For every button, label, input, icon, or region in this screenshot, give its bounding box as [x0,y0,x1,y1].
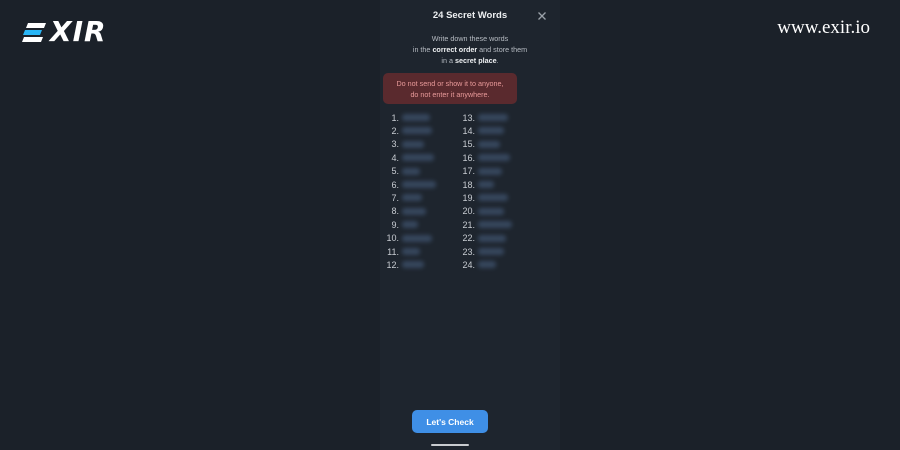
secret-word-item: 19. [460,191,508,204]
word-number: 12. [386,259,399,270]
emphasis-correct-order: correct order [432,45,478,54]
blurred-word [478,261,496,269]
secret-words-dialog: 24 Secret Words Write down these words i… [380,0,560,450]
warning-line-1: Do not send or show it to anyone, [396,78,504,88]
secret-word-item: 2. [384,124,432,137]
word-number: 6. [391,179,399,190]
exir-stripes-icon [22,23,46,42]
secret-word-item: 9. [384,218,418,231]
secret-word-item: 16. [460,151,510,164]
close-button[interactable] [536,10,548,22]
word-number: 15. [462,139,475,150]
close-icon [538,12,546,20]
blurred-word [402,181,436,188]
word-number: 1. [391,112,399,123]
blurred-word [478,181,494,188]
word-number: 5. [391,166,399,177]
dialog-title: 24 Secret Words [432,10,508,21]
secret-word-item: 11. [384,245,420,258]
word-number: 7. [391,192,399,203]
site-url: www.exir.io [777,17,870,38]
blurred-word [402,140,424,148]
secret-word-item: 13. [460,111,508,124]
blurred-word [478,140,500,148]
blurred-word [402,234,432,242]
blurred-word [402,194,422,202]
home-indicator [431,444,469,446]
secret-word-item: 5. [384,165,420,178]
word-number: 23. [462,246,475,257]
warning-line-2: do not enter it anywhere. [410,89,490,99]
blurred-word [478,127,504,135]
word-number: 3. [391,139,399,150]
blurred-word [478,167,502,175]
blurred-word [478,234,506,242]
word-number: 16. [462,152,475,163]
blurred-word [478,194,508,202]
secret-word-item: 12. [384,258,424,271]
secret-word-item: 17. [460,165,502,178]
lets-check-button[interactable]: Let's Check [412,410,488,433]
word-number: 4. [391,152,399,163]
blurred-word [478,154,510,162]
word-number: 10. [386,233,399,244]
logo-wordmark: XIR [50,15,107,48]
blurred-word [478,207,504,215]
blurred-word [402,261,424,269]
warning-box: Do not send or show it to anyone, do not… [383,73,517,104]
secret-word-item: 22. [460,232,506,245]
word-number: 2. [391,125,399,136]
word-number: 9. [391,219,399,230]
word-number: 21. [462,219,475,230]
secret-word-item: 3. [384,138,424,151]
secret-word-item: 15. [460,138,500,151]
secret-word-item: 7. [384,191,422,204]
blurred-word [478,221,512,229]
instructions-text: Write down these words in the correct or… [412,34,528,65]
blurred-word [402,127,432,135]
blurred-word [402,207,426,215]
word-number: 24. [462,259,475,270]
blurred-word [402,248,420,255]
secret-word-item: 8. [384,205,426,218]
secret-word-item: 1. [384,111,430,124]
secret-word-item: 23. [460,245,504,258]
secret-word-item: 24. [460,258,496,271]
blurred-word [478,114,508,121]
secret-word-item: 4. [384,151,434,164]
blurred-word [478,248,504,255]
blurred-word [402,114,430,121]
secret-word-item: 6. [384,178,436,191]
secret-word-item: 20. [460,205,504,218]
blurred-word [402,167,420,175]
word-number: 18. [462,179,475,190]
blurred-word [402,221,418,229]
exir-logo: XIR [22,18,107,46]
word-number: 19. [462,192,475,203]
emphasis-secret-place: secret place [455,56,497,65]
word-number: 8. [391,206,399,217]
word-number: 13. [462,112,475,123]
word-number: 22. [462,233,475,244]
secret-word-item: 21. [460,218,512,231]
word-number: 17. [462,166,475,177]
word-number: 20. [462,206,475,217]
word-number: 14. [462,125,475,136]
word-number: 11. [387,246,399,257]
secret-word-item: 18. [460,178,494,191]
secret-word-item: 10. [384,232,432,245]
secret-word-item: 14. [460,124,504,137]
blurred-word [402,154,434,162]
